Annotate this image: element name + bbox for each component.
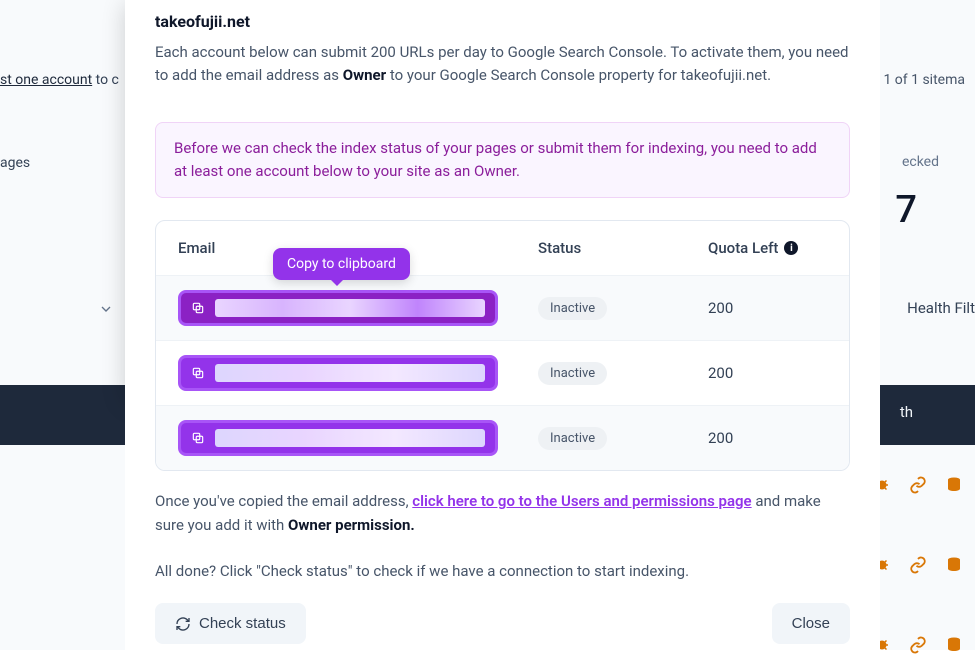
- refresh-icon: [175, 616, 191, 632]
- bg-big-number: 7: [895, 188, 917, 232]
- chevron-down-icon[interactable]: [98, 301, 114, 317]
- redacted-email: [215, 299, 485, 317]
- copy-icon: [191, 431, 205, 445]
- database-icon[interactable]: [945, 556, 963, 574]
- modal-title: takeofujii.net: [155, 12, 850, 31]
- quota-value: 200: [708, 364, 827, 382]
- redacted-email: [215, 364, 485, 382]
- bg-hint-line: st one account to c: [0, 72, 119, 88]
- users-permissions-link[interactable]: click here to go to the Users and permis…: [412, 492, 751, 510]
- database-icon[interactable]: [945, 636, 963, 654]
- redacted-email: [215, 429, 485, 447]
- copy-icon: [191, 301, 205, 315]
- accounts-modal: takeofujii.net Each account below can su…: [125, 0, 880, 666]
- table-row: Copy to clipboard Inactive 200: [156, 275, 849, 340]
- instructions-copy: Once you've copied the email address, cl…: [125, 471, 880, 583]
- bg-sitemap-count: 1 of 1 sitema: [883, 72, 965, 88]
- bg-th-fragment: th: [900, 403, 913, 421]
- database-icon[interactable]: [945, 476, 963, 494]
- bg-row-icons-3: [873, 636, 963, 654]
- bg-health-filter: Health Filt: [907, 299, 975, 317]
- email-copy-chip[interactable]: Copy to clipboard: [178, 290, 498, 326]
- close-button[interactable]: Close: [772, 603, 850, 644]
- status-badge: Inactive: [538, 427, 607, 450]
- status-badge: Inactive: [538, 362, 607, 385]
- check-status-button[interactable]: Check status: [155, 603, 306, 644]
- email-copy-chip[interactable]: [178, 420, 498, 456]
- table-row: Inactive 200: [156, 405, 849, 470]
- email-copy-chip[interactable]: [178, 355, 498, 391]
- modal-description: Each account below can submit 200 URLs p…: [155, 41, 850, 88]
- owner-warning-alert: Before we can check the index status of …: [155, 122, 850, 199]
- link-icon[interactable]: [909, 556, 927, 574]
- info-icon[interactable]: i: [784, 241, 798, 255]
- copy-icon: [191, 366, 205, 380]
- modal-header: takeofujii.net Each account below can su…: [125, 0, 880, 108]
- status-badge: Inactive: [538, 297, 607, 320]
- bg-checked-label: ecked: [902, 154, 939, 170]
- link-icon[interactable]: [909, 636, 927, 654]
- bg-hint-link[interactable]: st one account: [0, 72, 92, 88]
- instructions-done: All done? Click "Check status" to check …: [155, 559, 850, 583]
- table-header: Email Status Quota Left i: [156, 221, 849, 275]
- quota-value: 200: [708, 299, 827, 317]
- accounts-table: Email Status Quota Left i Copy to clipbo…: [155, 220, 850, 471]
- th-status: Status: [538, 239, 708, 257]
- modal-actions: Check status Close: [125, 583, 880, 644]
- bg-row-icons-2: [873, 556, 963, 574]
- table-row: Inactive 200: [156, 340, 849, 405]
- link-icon[interactable]: [909, 476, 927, 494]
- bg-pages-label: ages: [0, 155, 30, 171]
- quota-value: 200: [708, 429, 827, 447]
- bg-row-icons-1: [873, 476, 963, 494]
- th-quota: Quota Left i: [708, 239, 827, 257]
- copy-tooltip: Copy to clipboard: [273, 248, 410, 280]
